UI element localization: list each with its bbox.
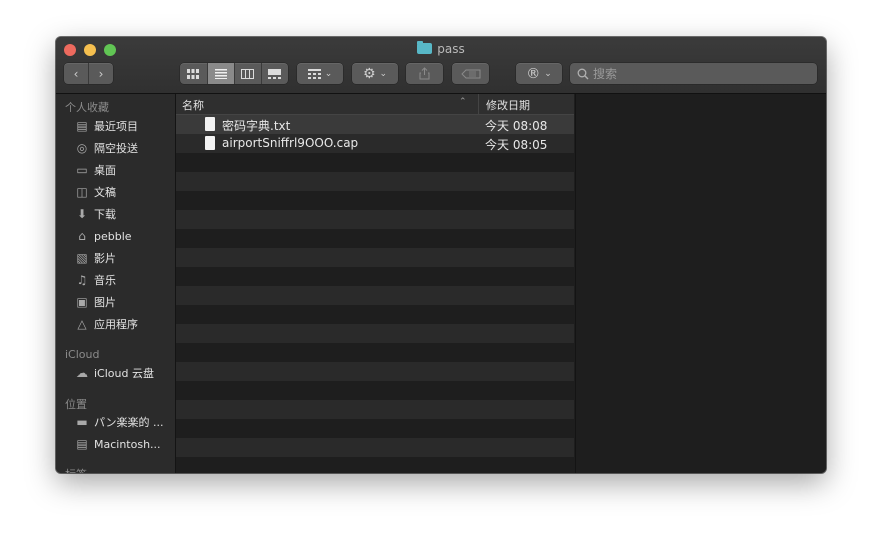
sidebar-item-desktop[interactable]: ▭ 桌面 <box>74 160 116 180</box>
window-title: pass <box>56 41 826 56</box>
column-header-name[interactable]: 名称 <box>182 97 204 113</box>
sidebar-item-downloads[interactable]: ⬇ 下载 <box>74 204 116 224</box>
grid-view-icon <box>187 68 200 79</box>
sidebar-item-icloud-drive[interactable]: ☁ iCloud 云盘 <box>74 363 154 383</box>
search-placeholder: 搜索 <box>593 67 618 81</box>
sidebar: 个人收藏 ▤ 最近项目 ◎ 隔空投送 ▭ 桌面 ◫ 文稿 ⬇ 下载 ⌂ pebble ▧ 影片… <box>56 94 176 473</box>
cloud-icon: ☁ <box>76 366 88 380</box>
list-view-button[interactable] <box>207 63 235 84</box>
file-name: 密码字典.txt <box>222 119 291 133</box>
sidebar-header-icloud: iCloud <box>65 348 100 361</box>
column-header-date-modified[interactable]: 修改日期 <box>486 97 530 113</box>
sidebar-item-documents[interactable]: ◫ 文稿 <box>74 182 116 202</box>
share-icon <box>419 67 430 80</box>
sidebar-item-airdrop[interactable]: ◎ 隔空投送 <box>74 138 138 158</box>
group-icon <box>307 68 321 79</box>
airdrop-icon: ◎ <box>76 141 88 155</box>
file-date: 今天 08:05 <box>485 138 548 152</box>
file-name: airportSniffrl9OOO.cap <box>222 136 359 150</box>
text-document-icon <box>205 117 215 131</box>
sidebar-item-movies[interactable]: ▧ 影片 <box>74 248 116 268</box>
chevron-right-icon: › <box>98 66 104 81</box>
icon-view-button[interactable] <box>180 63 208 84</box>
chevron-down-icon: ⌄ <box>379 68 388 79</box>
sidebar-header-locations: 位置 <box>65 398 87 411</box>
registered-icon: ® <box>526 65 541 82</box>
column-divider[interactable] <box>478 94 479 114</box>
file-row[interactable]: airportSniffrl9OOO.cap 今天 08:05 <box>176 134 574 153</box>
gallery-view-button[interactable] <box>262 63 289 84</box>
music-icon: ♫ <box>76 273 88 287</box>
file-rows: 密码字典.txt 今天 08:08 airportSniffrl9OOO.cap… <box>176 115 574 473</box>
file-row[interactable]: 密码字典.txt 今天 08:08 <box>176 115 574 134</box>
gallery-view-icon <box>268 68 282 79</box>
finder-window: pass ‹ › ⌄ ⚙ ⌄ ® ⌄ 搜索 个人收藏 ▤ 最近项目 ◎ 隔空投送… <box>56 37 826 473</box>
sidebar-header-favorites: 个人收藏 <box>65 101 109 114</box>
sidebar-item-location-computer[interactable]: ▬ パン楽楽的 ... <box>74 412 163 432</box>
view-mode-control <box>180 63 288 84</box>
empty-column-pane <box>575 94 826 473</box>
gear-icon: ⚙ <box>362 65 376 82</box>
sidebar-item-pictures[interactable]: ▣ 图片 <box>74 292 116 312</box>
edit-tags-button[interactable] <box>452 63 489 84</box>
applications-icon: △ <box>77 317 87 331</box>
document-icon <box>205 136 215 150</box>
desktop-icon: ▭ <box>76 163 88 177</box>
sidebar-item-recents[interactable]: ▤ 最近项目 <box>74 116 138 136</box>
movies-icon: ▧ <box>76 251 88 265</box>
hard-drive-icon: ▤ <box>76 437 88 451</box>
column-view-button[interactable] <box>235 63 262 84</box>
group-by-button[interactable]: ⌄ <box>297 63 343 84</box>
tag-icon <box>460 69 480 78</box>
pictures-icon: ▣ <box>76 295 88 309</box>
sidebar-header-tags: 标签 <box>65 466 87 473</box>
search-field[interactable]: 搜索 <box>570 63 817 84</box>
extension-button[interactable]: ® ⌄ <box>516 63 562 84</box>
action-menu-button[interactable]: ⚙ ⌄ <box>352 63 398 84</box>
file-date: 今天 08:08 <box>485 119 548 133</box>
search-icon <box>577 68 589 79</box>
nav-buttons: ‹ › <box>64 63 113 84</box>
sidebar-item-pebble[interactable]: ⌂ pebble <box>74 226 131 246</box>
sidebar-item-music[interactable]: ♫ 音乐 <box>74 270 116 290</box>
sort-ascending-icon: ⌃ <box>459 97 467 107</box>
chevron-left-icon: ‹ <box>73 66 79 81</box>
download-icon: ⬇ <box>76 207 88 221</box>
folder-icon <box>417 41 433 54</box>
chevron-down-icon: ⌄ <box>544 68 552 79</box>
back-button[interactable]: ‹ <box>64 63 89 84</box>
documents-icon: ◫ <box>76 185 88 199</box>
home-icon: ⌂ <box>78 229 86 243</box>
title-bar: pass ‹ › ⌄ ⚙ ⌄ ® ⌄ 搜索 <box>56 37 826 94</box>
sidebar-item-applications[interactable]: △ 应用程序 <box>74 314 138 334</box>
column-view-icon <box>241 68 255 79</box>
sidebar-item-macintosh-hd[interactable]: ▤ Macintosh... <box>74 434 160 454</box>
list-header: 名称 ⌃ 修改日期 <box>176 94 574 115</box>
clock-icon: ▤ <box>76 119 88 133</box>
chevron-down-icon: ⌄ <box>324 68 333 79</box>
share-button[interactable] <box>406 63 443 84</box>
laptop-icon: ▬ <box>76 415 88 429</box>
forward-button[interactable]: › <box>89 63 113 84</box>
file-list: 名称 ⌃ 修改日期 密码字典.txt 今天 08:08 airportSniff… <box>176 94 574 473</box>
list-view-icon <box>214 68 227 79</box>
